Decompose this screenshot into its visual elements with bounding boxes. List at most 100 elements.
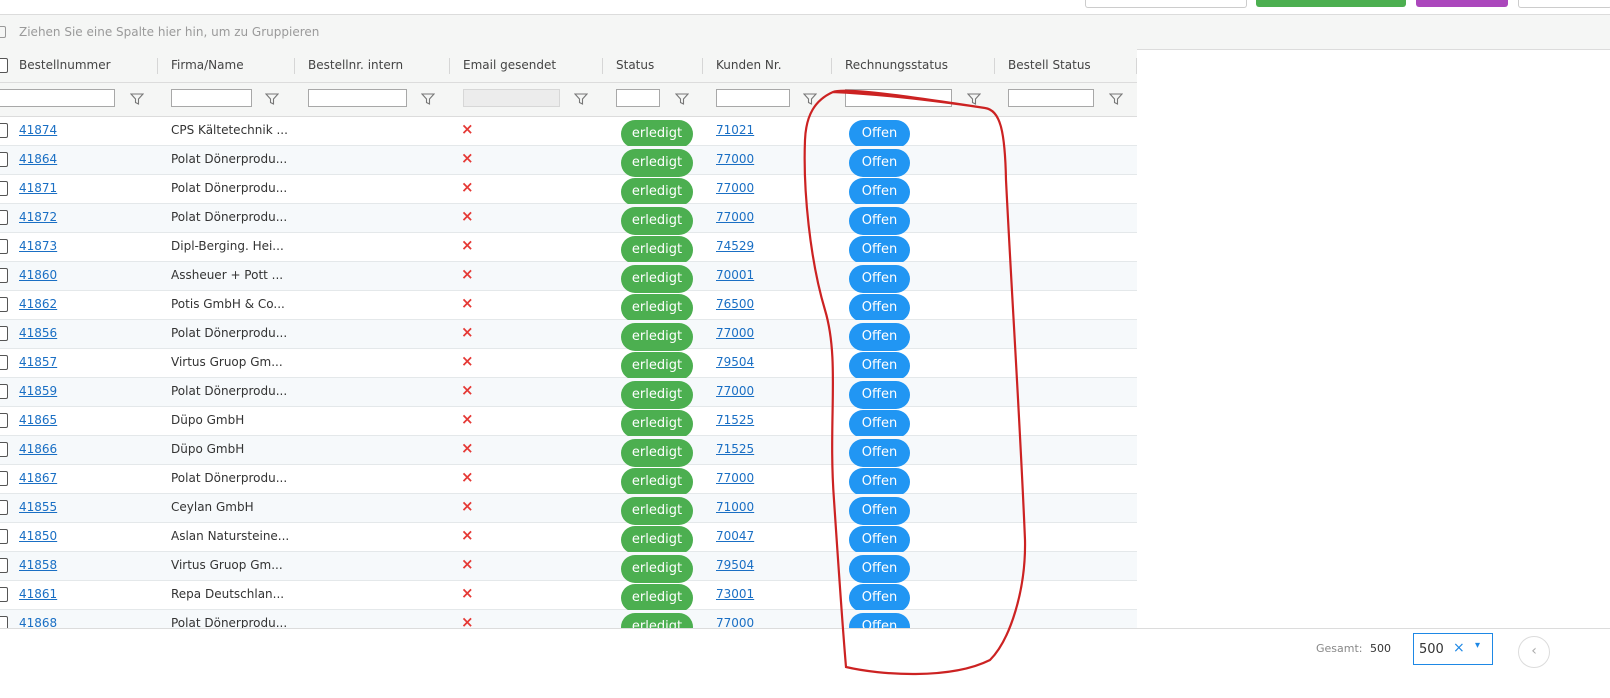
table-row[interactable]: 41871 Polat Dönerprodu... × erledigt 77000 Of… (0, 175, 1137, 206)
col-intern[interactable]: Bestellnr. intern (308, 49, 403, 82)
filter-kunden-input[interactable] (716, 89, 790, 107)
order-number-link[interactable]: 41871 (19, 181, 57, 195)
order-number-link[interactable]: 41862 (19, 297, 57, 311)
toolbar-input[interactable] (1085, 0, 1247, 8)
customer-number-link[interactable]: 71525 (716, 413, 754, 427)
row-checkbox[interactable] (0, 152, 8, 167)
toolbar-purple-button[interactable] (1416, 0, 1508, 7)
order-number-link[interactable]: 41855 (19, 500, 57, 514)
table-row[interactable]: 41855 Ceylan GmbH × erledigt 71000 Offen (0, 494, 1137, 525)
table-row[interactable]: 41872 Polat Dönerprodu... × erledigt 77000 Of… (0, 204, 1137, 235)
filter-bestellnummer-input[interactable] (0, 89, 115, 107)
filter-rechnung-input[interactable] (845, 89, 952, 107)
filter-icon[interactable] (803, 92, 817, 106)
order-number-link[interactable]: 41860 (19, 268, 57, 282)
prev-page-button[interactable]: ‹ (1518, 636, 1550, 668)
col-rechnung[interactable]: Rechnungsstatus (845, 49, 948, 82)
col-separator[interactable] (831, 58, 832, 74)
row-checkbox[interactable] (0, 558, 8, 573)
order-number-link[interactable]: 41857 (19, 355, 57, 369)
table-row[interactable]: 41866 Düpo GmbH × erledigt 71525 Offen (0, 436, 1137, 467)
row-checkbox[interactable] (0, 210, 8, 225)
filter-bestell-status-input[interactable] (1008, 89, 1094, 107)
row-checkbox[interactable] (0, 413, 8, 428)
table-row[interactable]: 41874 CPS Kältetechnik ... × erledigt 71021 O… (0, 117, 1137, 148)
customer-number-link[interactable]: 70001 (716, 268, 754, 282)
order-number-link[interactable]: 41856 (19, 326, 57, 340)
filter-firma-input[interactable] (171, 89, 252, 107)
customer-number-link[interactable]: 77000 (716, 384, 754, 398)
row-checkbox[interactable] (0, 297, 8, 312)
row-checkbox[interactable] (0, 181, 8, 196)
table-row[interactable]: 41864 Polat Dönerprodu... × erledigt 77000 Of… (0, 146, 1137, 177)
table-row[interactable]: 41860 Assheuer + Pott ... × erledigt 70001 Of… (0, 262, 1137, 293)
order-number-link[interactable]: 41866 (19, 442, 57, 456)
customer-number-link[interactable]: 77000 (716, 152, 754, 166)
toolbar-extra-button[interactable] (1518, 0, 1610, 8)
filter-icon[interactable] (967, 92, 981, 106)
customer-number-link[interactable]: 71525 (716, 442, 754, 456)
chevron-down-icon[interactable]: ▾ (1475, 640, 1480, 651)
customer-number-link[interactable]: 74529 (716, 239, 754, 253)
row-checkbox[interactable] (0, 268, 8, 283)
order-number-link[interactable]: 41850 (19, 529, 57, 543)
col-separator[interactable] (449, 58, 450, 74)
order-number-link[interactable]: 41867 (19, 471, 57, 485)
col-separator[interactable] (157, 58, 158, 74)
row-checkbox[interactable] (0, 239, 8, 254)
table-row[interactable]: 41859 Polat Dönerprodu... × erledigt 77000 Of… (0, 378, 1137, 409)
order-number-link[interactable]: 41874 (19, 123, 57, 137)
customer-number-link[interactable]: 76500 (716, 297, 754, 311)
customer-number-link[interactable]: 70047 (716, 529, 754, 543)
filter-status-input[interactable] (616, 89, 660, 107)
col-bestellnummer[interactable]: Bestellnummer (19, 49, 111, 82)
row-checkbox[interactable] (0, 529, 8, 544)
table-row[interactable]: 41858 Virtus Gruop Gm... × erledigt 79504 Off… (0, 552, 1137, 583)
table-row[interactable]: 41873 Dipl-Berging. Hei... × erledigt 74529 O… (0, 233, 1137, 264)
customer-number-link[interactable]: 79504 (716, 355, 754, 369)
table-row[interactable]: 41865 Düpo GmbH × erledigt 71525 Offen (0, 407, 1137, 438)
table-row[interactable]: 41856 Polat Dönerprodu... × erledigt 77000 Of… (0, 320, 1137, 351)
row-checkbox[interactable] (0, 471, 8, 486)
col-separator[interactable] (1136, 58, 1137, 74)
row-checkbox[interactable] (0, 587, 8, 602)
customer-number-link[interactable]: 77000 (716, 181, 754, 195)
col-kunden[interactable]: Kunden Nr. (716, 49, 782, 82)
customer-number-link[interactable]: 77000 (716, 210, 754, 224)
filter-intern-input[interactable] (308, 89, 407, 107)
filter-icon[interactable] (1109, 92, 1123, 106)
filter-icon[interactable] (130, 92, 144, 106)
filter-icon[interactable] (421, 92, 435, 106)
table-row[interactable]: 41861 Repa Deutschlan... × erledigt 73001 Off… (0, 581, 1137, 612)
row-checkbox[interactable] (0, 442, 8, 457)
col-firma[interactable]: Firma/Name (171, 49, 244, 82)
filter-icon[interactable] (265, 92, 279, 106)
filter-icon[interactable] (675, 92, 689, 106)
toolbar-green-button[interactable] (1256, 0, 1406, 7)
col-separator[interactable] (994, 58, 995, 74)
page-size-select[interactable]: 500 × ▾ (1413, 633, 1493, 665)
order-number-link[interactable]: 41865 (19, 413, 57, 427)
col-separator[interactable] (602, 58, 603, 74)
group-panel[interactable]: Ziehen Sie eine Spalte hier hin, um zu G… (0, 15, 1610, 50)
col-status[interactable]: Status (616, 49, 654, 82)
order-number-link[interactable]: 41861 (19, 587, 57, 601)
table-row[interactable]: 41862 Potis GmbH & Co... × erledigt 76500 Off… (0, 291, 1137, 322)
filter-icon[interactable] (574, 92, 588, 106)
row-checkbox[interactable] (0, 355, 8, 370)
customer-number-link[interactable]: 77000 (716, 326, 754, 340)
order-number-link[interactable]: 41864 (19, 152, 57, 166)
order-number-link[interactable]: 41858 (19, 558, 57, 572)
customer-number-link[interactable]: 77000 (716, 471, 754, 485)
customer-number-link[interactable]: 79504 (716, 558, 754, 572)
col-separator[interactable] (294, 58, 295, 74)
table-row[interactable]: 41850 Aslan Natursteine... × erledigt 70047 O… (0, 523, 1137, 554)
col-bestell-status[interactable]: Bestell Status (1008, 49, 1091, 82)
customer-number-link[interactable]: 71000 (716, 500, 754, 514)
select-all-checkbox[interactable] (0, 58, 8, 73)
col-email[interactable]: Email gesendet (463, 49, 556, 82)
row-checkbox[interactable] (0, 123, 8, 138)
row-checkbox[interactable] (0, 384, 8, 399)
order-number-link[interactable]: 41873 (19, 239, 57, 253)
customer-number-link[interactable]: 73001 (716, 587, 754, 601)
